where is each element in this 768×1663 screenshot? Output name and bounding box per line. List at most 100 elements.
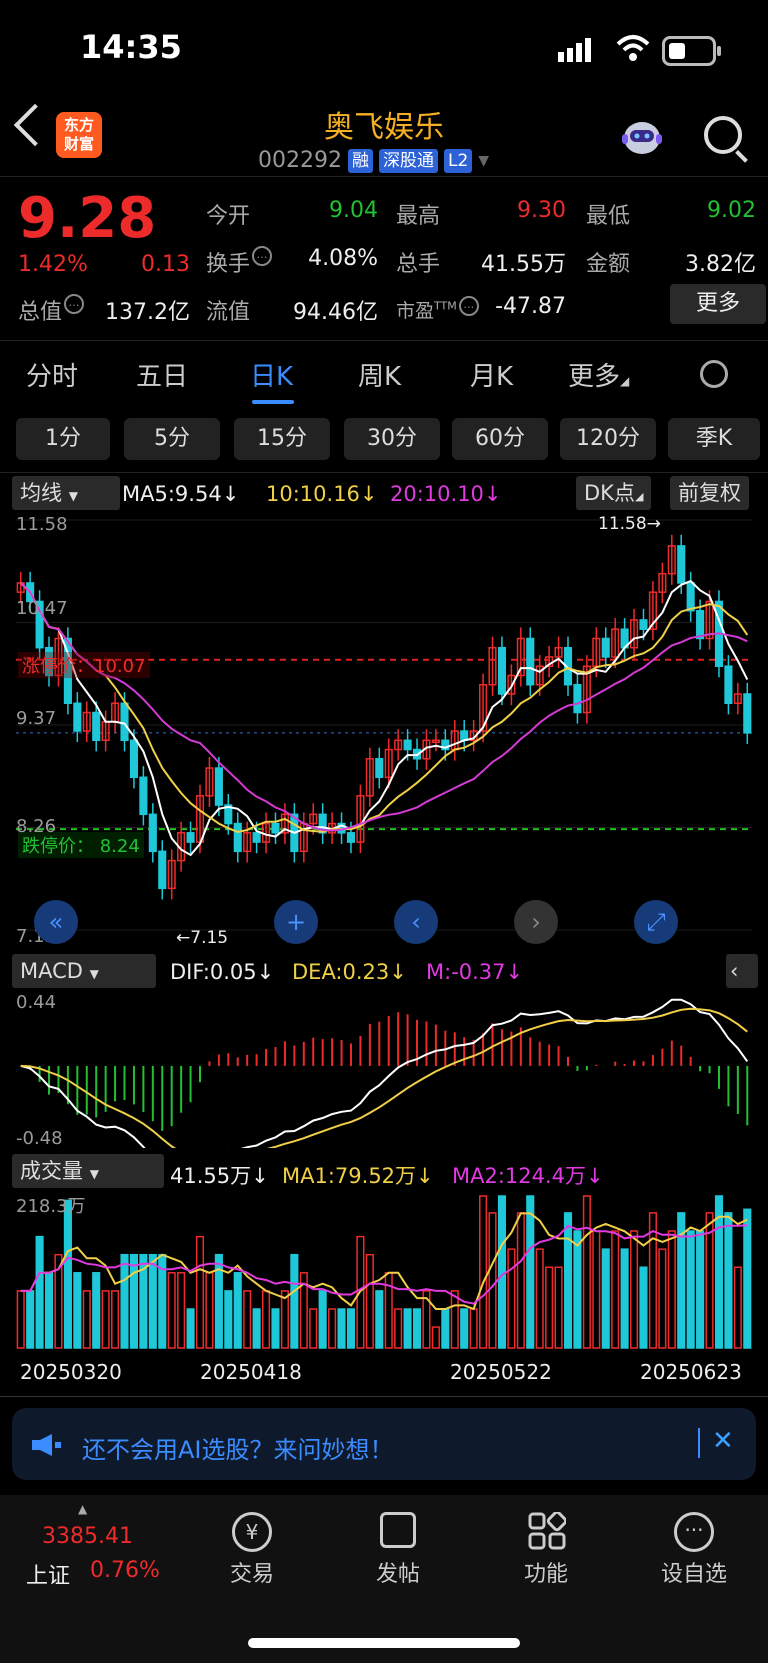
- tab-monthly-k[interactable]: 月K: [470, 356, 513, 393]
- watchlist-icon[interactable]: ···: [674, 1512, 714, 1552]
- function-icon[interactable]: [528, 1512, 566, 1550]
- m-value: M:-0.37↓: [426, 960, 524, 984]
- volume-selector[interactable]: 成交量 ▼: [12, 1154, 164, 1188]
- volume-bar: [696, 1230, 705, 1349]
- date-label-4: 20250623: [640, 1360, 742, 1384]
- period-120min[interactable]: 120分: [560, 418, 656, 460]
- vol-ma2-value: MA2:124.4万↓: [452, 1164, 604, 1188]
- home-indicator: [248, 1638, 520, 1648]
- volume-bar: [205, 1272, 214, 1349]
- limit-down-label: 跌停价： 8.24: [18, 832, 144, 858]
- more-button[interactable]: 更多: [670, 284, 766, 324]
- y-axis-3: 9.37: [16, 708, 57, 729]
- candle-body: [73, 702, 82, 732]
- candle-body: [148, 813, 157, 853]
- volume-bar: [601, 1248, 610, 1349]
- gear-icon[interactable]: [700, 360, 728, 388]
- volume-bar: [233, 1272, 242, 1349]
- volume-bar: [441, 1308, 450, 1349]
- volume-bar: [290, 1253, 299, 1349]
- info-icon[interactable]: …: [458, 296, 479, 316]
- post-icon[interactable]: [380, 1512, 416, 1548]
- volume-bar: [63, 1199, 72, 1349]
- ai-banner-text[interactable]: 还不会用AI选股？来问妙想！: [82, 1430, 394, 1465]
- zoom-in-button[interactable]: +: [274, 900, 318, 944]
- volume-bar: [667, 1230, 676, 1349]
- tab-more[interactable]: 更多◢: [568, 356, 629, 393]
- ma-selector[interactable]: 均线 ▼: [12, 476, 120, 510]
- trade-icon[interactable]: ¥: [232, 1512, 272, 1552]
- candle-body: [271, 822, 280, 834]
- volume-bar: [92, 1272, 101, 1349]
- tab-daily-k[interactable]: 日K: [250, 356, 293, 393]
- macd-selector[interactable]: MACD ▼: [12, 954, 156, 988]
- volume-bar: [479, 1195, 488, 1349]
- status-time: 14:35: [80, 28, 182, 66]
- volume-chart: [16, 1195, 752, 1349]
- change-pct: 1.42%: [18, 252, 88, 277]
- next-button[interactable]: ›: [514, 900, 558, 944]
- candle-body: [233, 822, 242, 853]
- current-price: 9.28: [18, 186, 157, 251]
- volume-bar: [129, 1253, 139, 1349]
- period-1min[interactable]: 1分: [16, 418, 110, 460]
- volume-bar: [733, 1266, 742, 1349]
- volume-bar: [167, 1272, 176, 1349]
- volume-bar: [488, 1212, 497, 1349]
- tab-five-day[interactable]: 五日: [136, 356, 188, 393]
- candle-body: [526, 637, 535, 686]
- nav-trade[interactable]: 交易: [192, 1556, 312, 1588]
- prev-button[interactable]: ‹: [394, 900, 438, 944]
- volume-bar: [224, 1290, 233, 1349]
- nav-post[interactable]: 发帖: [338, 1556, 458, 1588]
- fast-back-button[interactable]: «: [34, 900, 78, 944]
- volume-bar: [620, 1248, 629, 1349]
- period-quarter[interactable]: 季K: [668, 418, 760, 460]
- period-60min[interactable]: 60分: [452, 418, 548, 460]
- dif-value: DIF:0.05↓: [170, 960, 275, 984]
- kline-chart[interactable]: [0, 510, 768, 950]
- candle-body: [375, 758, 384, 779]
- stock-code-row[interactable]: 002292 融 深股通 L2 ▼: [258, 148, 489, 173]
- info-icon[interactable]: …: [252, 246, 273, 266]
- index-value[interactable]: 3385.41: [42, 1524, 133, 1549]
- volume-bar: [431, 1326, 440, 1349]
- adjust-button[interactable]: 前复权: [670, 476, 749, 510]
- tab-weekly-k[interactable]: 周K: [358, 356, 401, 393]
- volume-bar: [686, 1230, 695, 1349]
- volume-bar: [469, 1308, 478, 1349]
- candle-body: [346, 832, 356, 843]
- period-5min[interactable]: 5分: [124, 418, 220, 460]
- volume-bar: [554, 1266, 563, 1349]
- period-15min[interactable]: 15分: [234, 418, 330, 460]
- collapse-button[interactable]: ‹: [726, 954, 758, 988]
- float-label: 流值: [206, 300, 251, 325]
- volume-bar: [337, 1308, 346, 1349]
- search-icon[interactable]: [704, 116, 742, 154]
- volume-bar: [271, 1308, 280, 1349]
- index-name[interactable]: 上证: [26, 1558, 70, 1590]
- banner-divider: [698, 1428, 700, 1458]
- vol-y-top: 218.3万: [16, 1196, 86, 1217]
- volume-bar: [535, 1248, 544, 1349]
- fullscreen-button[interactable]: ⤢: [634, 900, 678, 944]
- period-30min[interactable]: 30分: [344, 418, 440, 460]
- volume-bar: [318, 1290, 327, 1349]
- volume-value: 41.55万: [481, 252, 566, 277]
- ma20-value: 20:10.10↓: [390, 482, 502, 506]
- volume-bar: [497, 1195, 507, 1349]
- volume-bar: [82, 1290, 91, 1349]
- candle-body: [129, 739, 139, 779]
- volume-bar: [743, 1208, 752, 1349]
- tab-intraday[interactable]: 分时: [26, 356, 78, 393]
- nav-watchlist[interactable]: 设自选: [634, 1556, 754, 1588]
- nav-function[interactable]: 功能: [486, 1556, 606, 1588]
- robot-assistant-icon[interactable]: [618, 116, 666, 160]
- date-label-2: 20250418: [200, 1360, 302, 1384]
- index-change[interactable]: 0.76%: [90, 1558, 160, 1583]
- dk-point-button[interactable]: DK点◢: [576, 476, 652, 510]
- close-icon[interactable]: ✕: [712, 1426, 734, 1456]
- stock-code: 002292: [258, 148, 342, 173]
- info-icon[interactable]: …: [64, 294, 85, 314]
- volume-bar: [148, 1253, 157, 1349]
